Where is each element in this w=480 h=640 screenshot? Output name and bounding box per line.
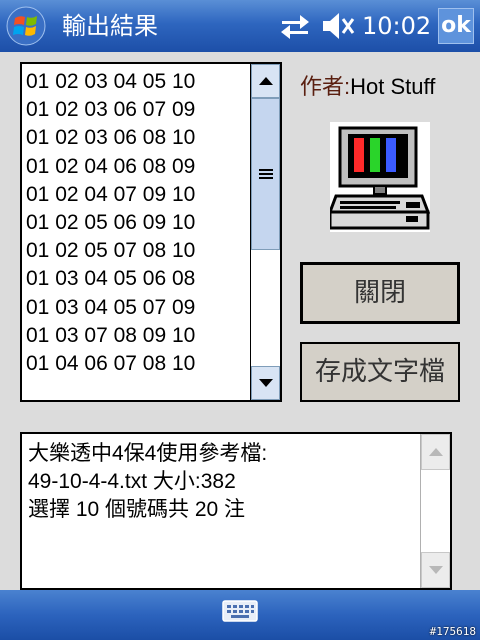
info-scroll-down-button[interactable] [421,552,450,588]
results-listbox[interactable]: 01 02 03 04 05 10 01 02 03 06 07 09 01 0… [20,62,282,402]
list-item[interactable]: 01 02 03 04 05 10 [26,68,248,96]
list-item[interactable]: 01 03 04 05 06 08 [26,265,248,293]
close-button[interactable]: 關閉 [300,262,460,324]
list-item[interactable]: 01 02 05 07 08 10 [26,237,248,265]
info-text: 大樂透中4保4使用參考檔: 49-10-4-4.txt 大小:382 選擇 10… [28,442,268,521]
list-item[interactable]: 01 02 03 06 07 09 [26,96,248,124]
author-label: 作者: [300,74,351,99]
computer-icon [327,122,431,232]
list-item[interactable]: 01 03 04 05 07 09 [26,294,248,322]
connectivity-arrows-icon[interactable] [278,10,312,42]
clock[interactable]: 10:02 [362,10,431,42]
info-scroll-up-button[interactable] [421,434,450,470]
windows-start-icon[interactable] [6,6,46,46]
scroll-thumb[interactable] [251,98,280,250]
results-list: 01 02 03 04 05 10 01 02 03 06 07 09 01 0… [26,68,248,378]
watermark: #175618 [429,625,476,638]
list-item[interactable]: 01 04 06 07 08 10 [26,350,248,378]
keyboard-icon[interactable] [222,598,258,624]
save-as-text-button[interactable]: 存成文字檔 [300,342,460,402]
info-scrollbar[interactable] [420,434,450,588]
arrow-down-icon [428,566,443,574]
system-tray [278,8,356,44]
arrow-up-icon [428,448,443,456]
list-item[interactable]: 01 02 04 06 08 09 [26,153,248,181]
window-title: 輸出結果 [62,12,158,40]
list-item[interactable]: 01 02 03 06 08 10 [26,124,248,152]
scroll-down-button[interactable] [251,366,280,400]
grip-icon [258,169,273,179]
title-bar: 輸出結果 10:02 ok [0,0,480,52]
author-name: Hot Stuff [350,74,436,99]
list-item[interactable]: 01 03 07 08 09 10 [26,322,248,350]
arrow-down-icon [258,379,273,387]
list-item[interactable]: 01 02 04 07 09 10 [26,181,248,209]
list-scrollbar[interactable] [250,64,280,400]
scroll-up-button[interactable] [251,64,280,98]
info-scroll-track [421,470,450,552]
info-textarea[interactable]: 大樂透中4保4使用參考檔: 49-10-4-4.txt 大小:382 選擇 10… [20,432,452,590]
list-item[interactable]: 01 02 05 06 09 10 [26,209,248,237]
author-line: 作者:Hot Stuff [300,72,435,102]
speaker-muted-icon[interactable] [320,10,356,42]
arrow-up-icon [258,77,273,85]
ok-button[interactable]: ok [438,8,474,44]
